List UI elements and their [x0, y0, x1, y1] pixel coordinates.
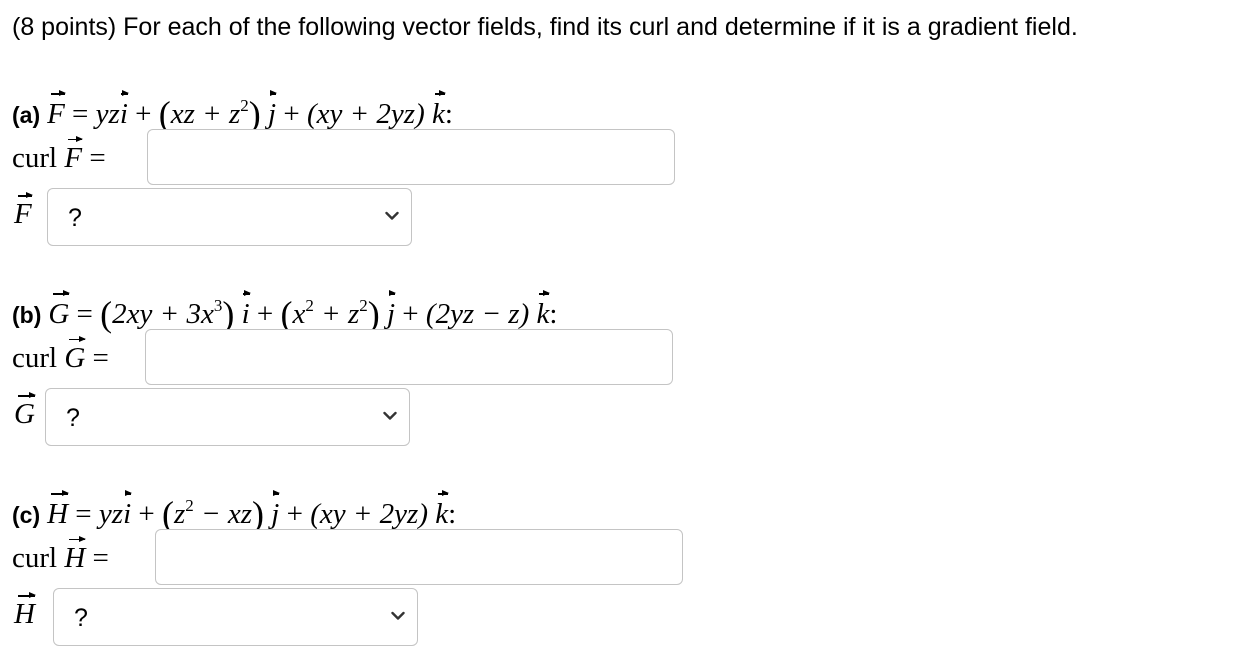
question-header: (8 points) For each of the following vec… [12, 13, 1078, 41]
curl-f-input[interactable] [147, 129, 675, 185]
chevron-down-icon [385, 211, 399, 220]
part-a-curl-row: curl F = [12, 135, 106, 174]
part-c-equation: (c) H = yzi + (z2 − xz) j + (xy + 2yz) k… [12, 490, 457, 534]
part-b-label: (b) [12, 302, 42, 328]
part-b-equation: (b) G = (2xy + 3x3) i + (x2 + z2) j + (2… [12, 290, 558, 334]
vector-G: G [48, 290, 71, 330]
vector-F: F [47, 90, 66, 130]
part-a-label: (a) [12, 102, 41, 128]
gradient-g-select[interactable]: ? [45, 388, 410, 446]
part-c-label: (c) [12, 502, 41, 528]
part-c-curl-row: curl H = [12, 535, 109, 574]
chevron-down-icon [383, 411, 397, 420]
gradient-f-select[interactable]: ? [47, 188, 412, 246]
curl-g-input[interactable] [145, 329, 673, 385]
part-b-curl-row: curl G = [12, 335, 109, 374]
gradient-h-select[interactable]: ? [53, 588, 418, 646]
curl-h-input[interactable] [155, 529, 683, 585]
vector-H: H [47, 490, 69, 530]
chevron-down-icon [391, 611, 405, 620]
part-a-equation: (a) F = yzi + (xz + z2) j + (xy + 2yz) k… [12, 90, 453, 134]
